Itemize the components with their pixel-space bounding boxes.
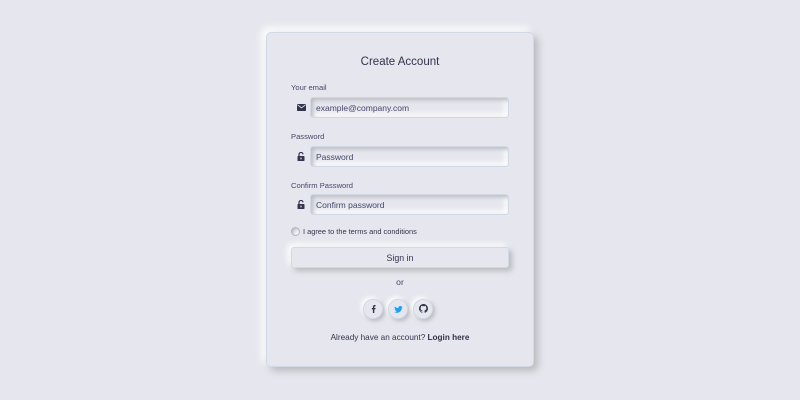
terms-checkbox[interactable] — [291, 226, 300, 236]
confirm-password-label: Confirm Password — [291, 181, 354, 190]
confirm-password-input-group — [291, 194, 509, 215]
email-label: Your email — [291, 83, 327, 92]
twitter-icon — [393, 300, 403, 318]
email-field[interactable] — [310, 97, 509, 118]
form-title: Create Account — [360, 56, 440, 68]
confirm-password-field[interactable] — [310, 194, 509, 215]
github-icon — [418, 300, 428, 318]
facebook-button[interactable] — [363, 299, 383, 319]
email-input-group — [291, 97, 509, 118]
password-label: Password — [291, 132, 325, 141]
unlock-icon — [291, 146, 311, 167]
divider-text: or — [396, 277, 404, 287]
password-field[interactable] — [310, 146, 509, 167]
terms-label[interactable]: I agree to the terms and conditions — [303, 227, 417, 236]
login-prompt: Already have an account? Login here — [267, 333, 533, 342]
social-login-group — [363, 299, 433, 319]
create-account-card: Create Account Your email Password Confi… — [266, 32, 534, 367]
twitter-button[interactable] — [388, 299, 408, 319]
sign-in-button[interactable]: Sign in — [291, 247, 509, 268]
facebook-icon — [371, 300, 376, 318]
password-input-group — [291, 146, 509, 167]
envelope-icon — [291, 97, 311, 118]
unlock-icon — [291, 194, 311, 215]
terms-row: I agree to the terms and conditions — [291, 225, 417, 237]
login-prompt-text: Already have an account? — [330, 333, 426, 342]
login-link[interactable]: Login here — [428, 333, 470, 342]
github-button[interactable] — [413, 299, 433, 319]
